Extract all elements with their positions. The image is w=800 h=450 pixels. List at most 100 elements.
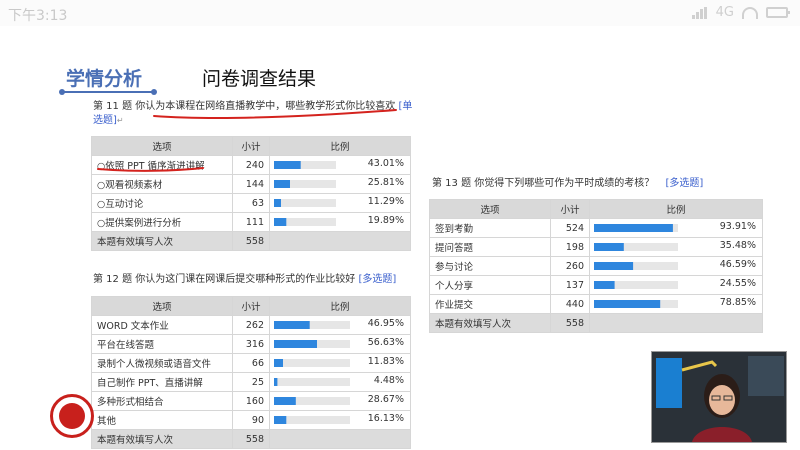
- q13-option-pct: 35.48%: [719, 240, 756, 251]
- q12-option-ratio: 56.63%: [269, 334, 411, 354]
- q12-option-ratio: 11.83%: [269, 353, 411, 373]
- q12-ratio-bar: [274, 397, 350, 405]
- q12-ratio-bar: [274, 340, 350, 348]
- q12-header-row: 选项 小计 比例: [91, 296, 411, 316]
- q11-option-pct: 25.81%: [367, 177, 404, 188]
- battery-icon: [766, 7, 790, 18]
- q13-row: 个人分享 137 24.55%: [429, 275, 763, 295]
- q11-bar-fill: [274, 218, 287, 226]
- q11-option-label: ○互动讨论: [91, 193, 233, 213]
- q13-header-pct: 比例: [589, 199, 763, 219]
- q13-header-option: 选项: [429, 199, 551, 219]
- q13-ratio-bar: [594, 300, 678, 308]
- signal-icon: [691, 6, 708, 19]
- q12-option-count: 316: [232, 334, 270, 354]
- q11-option-ratio: 43.01%: [269, 155, 411, 175]
- wifi-icon: [742, 6, 758, 19]
- q12-option-pct: 46.95%: [367, 318, 404, 329]
- q13-option-label: 作业提交: [429, 294, 551, 314]
- q12-total-row: 本题有效填写人次 558: [91, 429, 411, 449]
- q13-option-count: 440: [550, 294, 590, 314]
- q12-option-pct: 16.13%: [367, 413, 404, 424]
- q11-option-count: 111: [232, 212, 270, 232]
- q12-ratio-bar: [274, 321, 350, 329]
- q13-ratio-bar: [594, 224, 678, 232]
- q11-ratio-bar: [274, 199, 336, 207]
- q12-option-label: 自己制作 PPT、直播讲解: [91, 372, 233, 392]
- q13-option-count: 198: [550, 237, 590, 257]
- q11-row: ○互动讨论 63 11.29%: [91, 193, 411, 213]
- q13-option-ratio: 24.55%: [589, 275, 763, 295]
- q12-option-label: 平台在线答题: [91, 334, 233, 354]
- q11-option-ratio: 11.29%: [269, 193, 411, 213]
- q12-option-pct: 28.67%: [367, 394, 404, 405]
- q13-option-ratio: 93.91%: [589, 218, 763, 238]
- q13-row: 提问答题 198 35.48%: [429, 237, 763, 257]
- presenter-video-frame: [652, 352, 786, 442]
- q13-ratio-bar: [594, 262, 678, 270]
- q11-bar-fill: [274, 161, 301, 169]
- q13-total-count: 558: [550, 313, 590, 333]
- q12-option-count: 262: [232, 315, 270, 335]
- q12-question-text: 第 12 题 你认为这门课在网课后提交哪种形式的作业比较好: [93, 274, 356, 285]
- q11-bar-fill: [274, 199, 281, 207]
- q13-table: 选项 小计 比例 签到考勤 524 93.91% 提问答题 198 35.48% 参与讨论 2…: [429, 199, 763, 333]
- q11-header-count: 小计: [232, 136, 270, 156]
- q11-option-ratio: 19.89%: [269, 212, 411, 232]
- q11-option-label: ○观看视频素材: [91, 174, 233, 194]
- q13-bar-fill: [594, 224, 673, 232]
- q11-option-count: 63: [232, 193, 270, 213]
- q13-option-count: 137: [550, 275, 590, 295]
- q11-option-pct: 43.01%: [367, 158, 404, 169]
- q11-bar-fill: [274, 180, 290, 188]
- q11-header-row: 选项 小计 比例: [91, 136, 411, 156]
- status-time: 下午3:13: [8, 8, 68, 24]
- q13-option-pct: 78.85%: [719, 297, 756, 308]
- q13-ratio-bar: [594, 281, 678, 289]
- q12-ratio-bar: [274, 378, 350, 386]
- q12-option-pct: 11.83%: [367, 356, 404, 367]
- q12-option-count: 25: [232, 372, 270, 392]
- q13-option-label: 签到考勤: [429, 218, 551, 238]
- q11-header-option: 选项: [91, 136, 233, 156]
- q13-option-count: 524: [550, 218, 590, 238]
- q11-row: ○依照 PPT 循序渐进讲解 240 43.01%: [91, 155, 411, 175]
- q13-total-empty: [589, 313, 763, 333]
- q12-option-label: WORD 文本作业: [91, 315, 233, 335]
- q12-qtype: [多选题]: [358, 274, 397, 285]
- q12-bar-fill: [274, 321, 310, 329]
- q12-row: 自己制作 PPT、直播讲解 25 4.48%: [91, 372, 411, 392]
- q13-total-row: 本题有效填写人次 558: [429, 313, 763, 333]
- q12-option-label: 多种形式相结合: [91, 391, 233, 411]
- q12-option-pct: 56.63%: [367, 337, 404, 348]
- q13-bar-fill: [594, 243, 624, 251]
- q12-bar-track: [274, 359, 350, 367]
- q12-header-option: 选项: [91, 296, 233, 316]
- q12-option-ratio: 16.13%: [269, 410, 411, 430]
- q12-row: 其他 90 16.13%: [91, 410, 411, 430]
- q12-table: 选项 小计 比例 WORD 文本作业 262 46.95% 平台在线答题 316 56.6…: [91, 296, 411, 449]
- q13-option-count: 260: [550, 256, 590, 276]
- q11-option-count: 240: [232, 155, 270, 175]
- q13-row: 参与讨论 260 46.59%: [429, 256, 763, 276]
- q12-bar-fill: [274, 416, 287, 424]
- q11-table: 选项 小计 比例 ○依照 PPT 循序渐进讲解 240 43.01% ○观看视频素材 1…: [91, 136, 411, 251]
- q13-question: 第 13 题 你觉得下列哪些可作为平时成绩的考核？ [多选题]: [432, 177, 762, 191]
- q13-option-pct: 24.55%: [719, 278, 756, 289]
- q12-ratio-bar: [274, 359, 350, 367]
- q13-option-pct: 93.91%: [719, 221, 756, 232]
- q11-option-label: ○提供案例进行分析: [91, 212, 233, 232]
- q12-total-count: 558: [232, 429, 270, 449]
- q13-option-label: 个人分享: [429, 275, 551, 295]
- q13-bar-fill: [594, 300, 661, 308]
- q12-ratio-bar: [274, 416, 350, 424]
- webcam-video[interactable]: [651, 351, 787, 443]
- title-underline: [59, 89, 157, 95]
- q11-row: ○提供案例进行分析 111 19.89%: [91, 212, 411, 232]
- q12-header-count: 小计: [232, 296, 270, 316]
- q13-bar-fill: [594, 262, 634, 270]
- q11-total-empty: [269, 231, 411, 251]
- q13-option-label: 参与讨论: [429, 256, 551, 276]
- q13-option-ratio: 35.48%: [589, 237, 763, 257]
- q12-bar-fill: [274, 359, 283, 367]
